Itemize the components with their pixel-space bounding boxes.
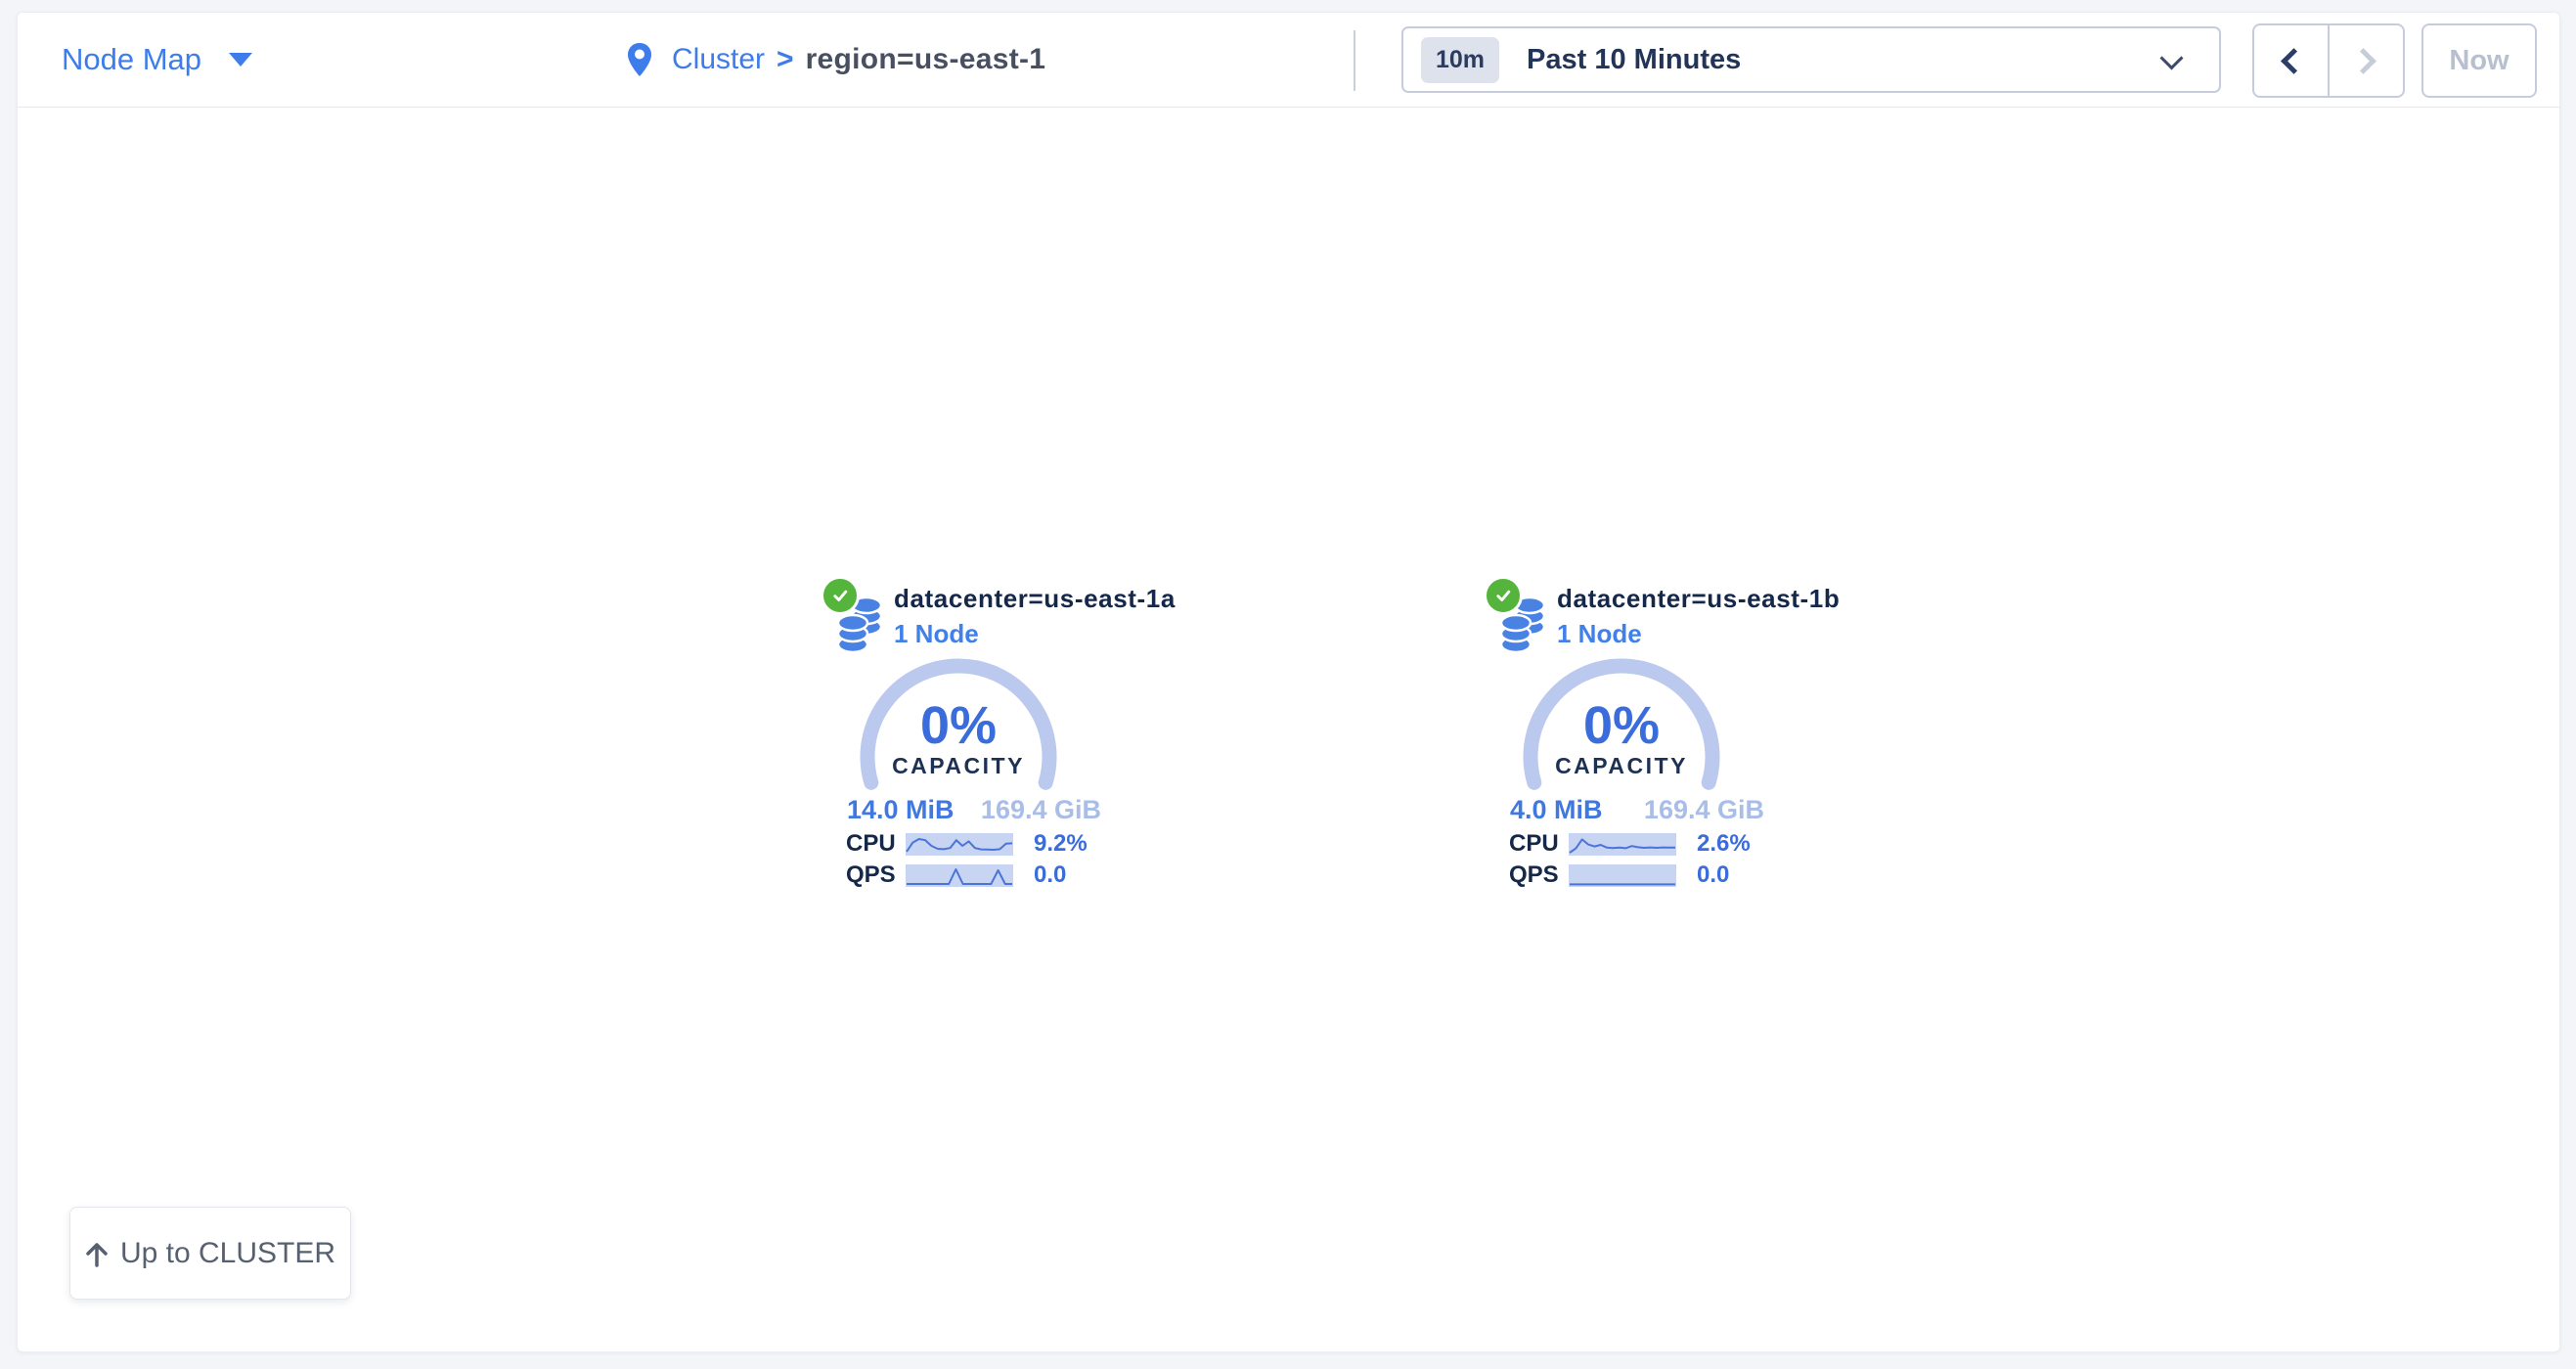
- capacity-caption: CAPACITY: [854, 753, 1063, 779]
- caret-down-icon: [229, 53, 252, 66]
- view-selector-dropdown[interactable]: Node Map: [62, 13, 252, 107]
- breadcrumb: Cluster > region=us-east-1: [627, 13, 1045, 107]
- chevron-down-icon: [2159, 46, 2183, 69]
- header-bar: Node Map Cluster > region=us-east-1 10m …: [18, 13, 2559, 108]
- datacenter-card-us-east-1a[interactable]: datacenter=us-east-1a 1 Node 0% CAPACITY…: [821, 576, 1153, 908]
- chevron-right-icon: [2350, 48, 2376, 74]
- next-time-button[interactable]: [2328, 25, 2403, 96]
- breadcrumb-cluster-link[interactable]: Cluster: [672, 43, 765, 76]
- arrow-up-icon: [85, 1239, 109, 1268]
- cpu-sparkline: [906, 833, 1013, 856]
- qps-sparkline: [1569, 864, 1676, 887]
- capacity-percent: 0%: [1517, 695, 1726, 756]
- capacity-percent: 0%: [854, 695, 1063, 756]
- cpu-value: 2.6%: [1697, 830, 1751, 858]
- time-range-dropdown[interactable]: 10m Past 10 Minutes: [1401, 26, 2221, 93]
- datacenter-name: datacenter=us-east-1a: [894, 584, 1176, 614]
- qps-metric-row: QPS 0.0: [1509, 863, 1793, 887]
- qps-value: 0.0: [1697, 861, 1729, 889]
- capacity-values-row: 14.0 MiB 169.4 GiB: [847, 795, 1101, 825]
- qps-sparkline: [906, 864, 1013, 887]
- cpu-metric-row: CPU 9.2%: [846, 832, 1130, 856]
- qps-value: 0.0: [1034, 861, 1066, 889]
- qps-metric-row: QPS 0.0: [846, 863, 1130, 887]
- cpu-metric-row: CPU 2.6%: [1509, 832, 1793, 856]
- cpu-label: CPU: [1509, 830, 1569, 858]
- healthy-check-icon: [821, 576, 860, 615]
- capacity-values-row: 4.0 MiB 169.4 GiB: [1510, 795, 1764, 825]
- up-to-cluster-label: Up to CLUSTER: [120, 1237, 335, 1270]
- cpu-sparkline: [1569, 833, 1676, 856]
- capacity-caption: CAPACITY: [1517, 753, 1726, 779]
- breadcrumb-current: region=us-east-1: [806, 43, 1046, 76]
- location-pin-icon: [627, 42, 652, 77]
- capacity-total: 169.4 GiB: [1644, 795, 1764, 825]
- capacity-used: 14.0 MiB: [847, 795, 955, 825]
- header-divider: [1354, 30, 1355, 91]
- datacenter-name: datacenter=us-east-1b: [1557, 584, 1840, 614]
- node-map-panel: Node Map Cluster > region=us-east-1 10m …: [17, 12, 2560, 1352]
- qps-label: QPS: [846, 861, 906, 889]
- node-count: 1 Node: [1557, 619, 1642, 649]
- view-selector-label: Node Map: [62, 42, 201, 77]
- cpu-label: CPU: [846, 830, 906, 858]
- prev-time-button[interactable]: [2254, 25, 2328, 96]
- node-count: 1 Node: [894, 619, 979, 649]
- time-stepper: [2252, 23, 2405, 98]
- up-to-cluster-button[interactable]: Up to CLUSTER: [69, 1207, 351, 1300]
- time-range-label: Past 10 Minutes: [1527, 44, 1741, 76]
- now-button[interactable]: Now: [2421, 23, 2537, 98]
- breadcrumb-separator: >: [777, 43, 794, 76]
- qps-label: QPS: [1509, 861, 1569, 889]
- capacity-total: 169.4 GiB: [981, 795, 1101, 825]
- cpu-value: 9.2%: [1034, 830, 1088, 858]
- datacenter-card-us-east-1b[interactable]: datacenter=us-east-1b 1 Node 0% CAPACITY…: [1484, 576, 1816, 908]
- healthy-check-icon: [1484, 576, 1523, 615]
- capacity-used: 4.0 MiB: [1510, 795, 1603, 825]
- time-range-badge: 10m: [1421, 37, 1499, 83]
- chevron-left-icon: [2281, 48, 2307, 74]
